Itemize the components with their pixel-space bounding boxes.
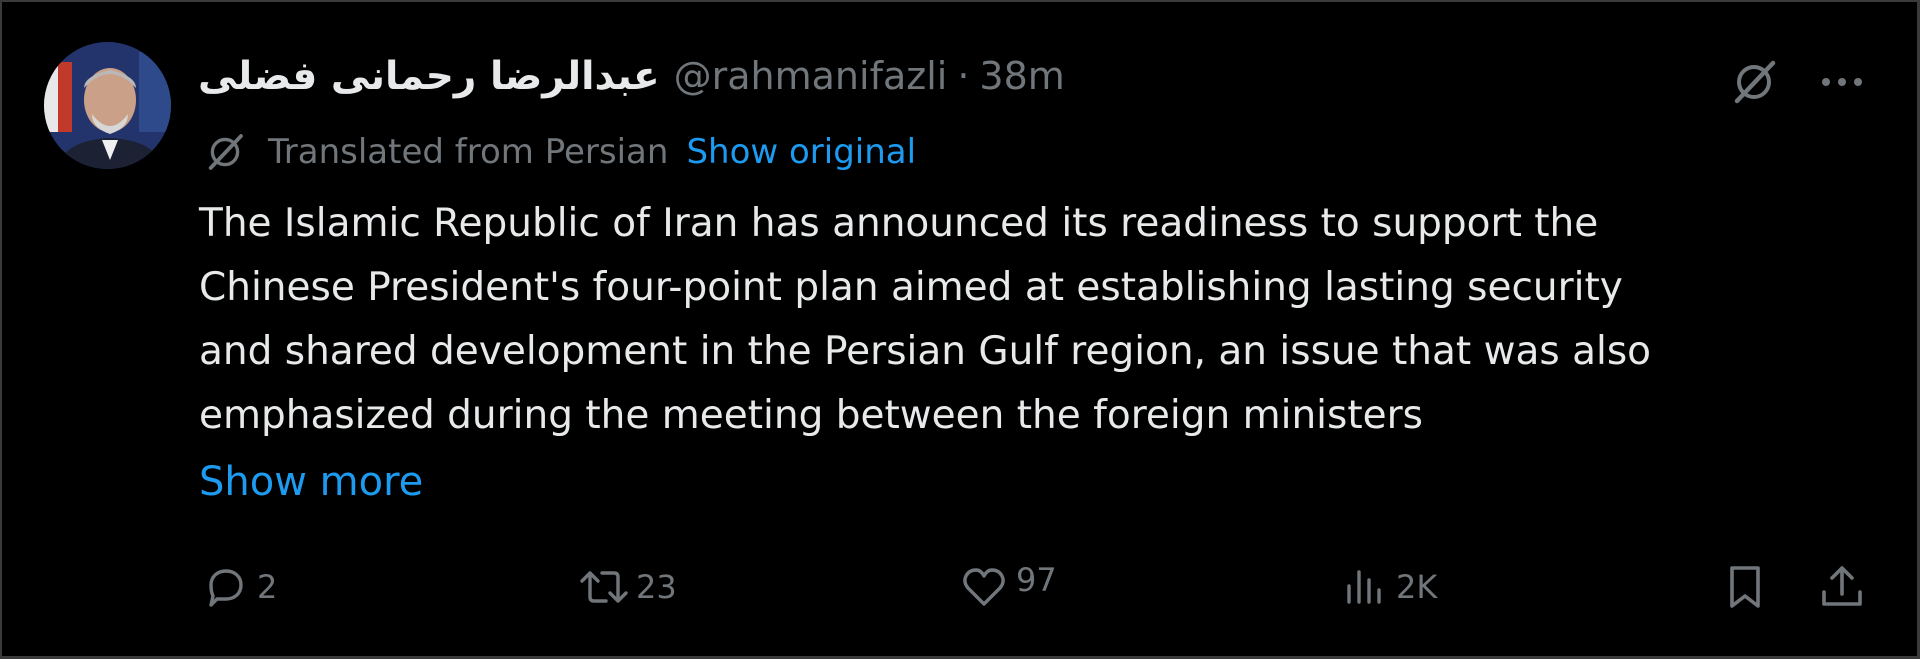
bookmark-icon	[1717, 559, 1773, 615]
grok-icon	[1734, 60, 1776, 104]
heart-icon	[956, 559, 1012, 615]
action-bar: 2 23 97 2K	[2, 557, 1920, 617]
views-button[interactable]: 2K	[1336, 557, 1437, 617]
grok-icon	[202, 129, 248, 175]
repost-count: 23	[636, 568, 677, 606]
share-button[interactable]	[1814, 557, 1870, 617]
like-count: 97	[1016, 561, 1057, 599]
like-button[interactable]: 97	[956, 557, 1057, 617]
repost-icon	[576, 559, 632, 615]
show-original-link[interactable]: Show original	[686, 132, 916, 172]
show-more-link[interactable]: Show more	[199, 452, 423, 512]
post-timestamp[interactable]: 38m	[979, 54, 1064, 98]
avatar-image	[44, 42, 171, 169]
more-options-button[interactable]	[1812, 52, 1872, 112]
post-card[interactable]: عبدالرضا رحمانی فضلی @rahmanifazli · 38m…	[0, 0, 1920, 659]
translated-from-label: Translated from Persian	[268, 132, 669, 172]
post-text: The Islamic Republic of Iran has announc…	[199, 192, 1899, 448]
author-display-name[interactable]: عبدالرضا رحمانی فضلی	[198, 54, 660, 99]
translation-notice: Translated from Persian Show original	[202, 124, 916, 180]
post-text-line: Chinese President's four-point plan aime…	[199, 265, 1623, 310]
analytics-icon	[1336, 559, 1392, 615]
post-header: عبدالرضا رحمانی فضلی @rahmanifazli · 38m	[198, 46, 1065, 106]
more-horizontal-icon	[1822, 78, 1862, 86]
reply-button[interactable]: 2	[197, 557, 277, 617]
post-text-line: emphasized during the meeting between th…	[199, 393, 1423, 438]
share-icon	[1814, 559, 1870, 615]
views-count: 2K	[1396, 568, 1438, 606]
avatar[interactable]	[44, 42, 171, 169]
reply-count: 2	[257, 568, 278, 606]
bookmark-button[interactable]	[1717, 557, 1773, 617]
post-text-line: and shared development in the Persian Gu…	[199, 329, 1652, 374]
reply-icon	[197, 559, 253, 615]
author-handle[interactable]: @rahmanifazli	[674, 54, 948, 98]
repost-button[interactable]: 23	[576, 557, 677, 617]
grok-button[interactable]	[1724, 52, 1784, 112]
post-text-line: The Islamic Republic of Iran has announc…	[199, 201, 1599, 246]
separator-dot: ·	[957, 54, 970, 98]
